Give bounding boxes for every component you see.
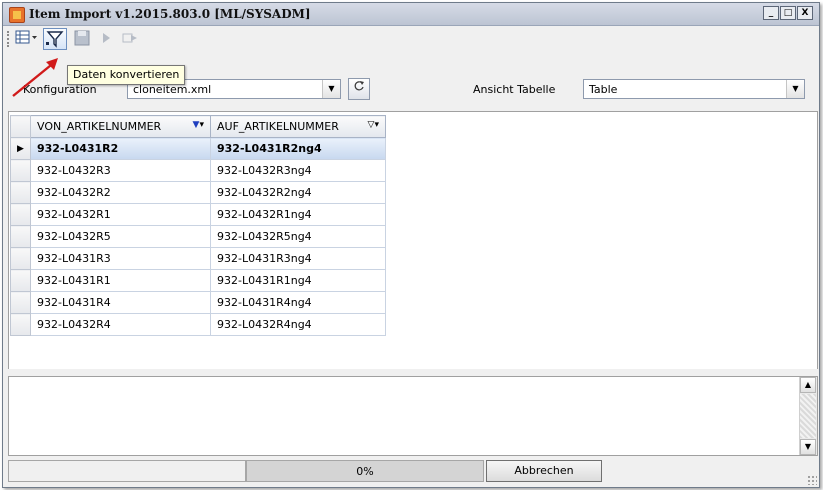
- progress-bar: 0%: [246, 460, 484, 482]
- table-cell[interactable]: 932-L0432R2: [30, 181, 211, 204]
- chevron-down-icon[interactable]: ▼: [322, 80, 340, 98]
- chevron-down-icon[interactable]: ▼: [786, 80, 804, 98]
- table-cell[interactable]: 932-L0432R5ng4: [210, 225, 386, 248]
- chevron-down-icon[interactable]: ▾: [374, 120, 379, 130]
- view-value: Table: [589, 83, 618, 96]
- grid-view-icon: [15, 30, 37, 44]
- row-pointer-icon: ▶: [10, 137, 31, 160]
- cancel-button[interactable]: Abbrechen: [486, 460, 602, 482]
- refresh-icon: [354, 81, 364, 91]
- main-window: Item Import v1.2015.803.0 [ML/SYSADM] _ …: [2, 2, 820, 488]
- close-button[interactable]: X: [797, 6, 813, 20]
- scroll-down-icon[interactable]: ▼: [800, 439, 816, 455]
- resize-grip-icon[interactable]: [807, 475, 817, 485]
- tooltip: Daten konvertieren: [67, 65, 186, 85]
- table-cell[interactable]: 932-L0432R4ng4: [210, 313, 386, 336]
- table-cell[interactable]: 932-L0432R1ng4: [210, 203, 386, 226]
- log-textarea[interactable]: ▲ ▼: [8, 376, 818, 456]
- progress-text: 0%: [356, 465, 374, 478]
- convert-data-button[interactable]: [43, 28, 67, 50]
- row-indicator: [10, 159, 31, 182]
- scroll-track[interactable]: [800, 394, 816, 438]
- table-row[interactable]: 932-L0432R4 932-L0432R4ng4: [10, 313, 386, 336]
- minimize-button[interactable]: _: [763, 6, 779, 20]
- table-cell[interactable]: 932-L0431R4: [30, 291, 211, 314]
- status-panel: [8, 460, 246, 482]
- table-cell[interactable]: 932-L0432R4: [30, 313, 211, 336]
- table-row[interactable]: 932-L0432R5 932-L0432R5ng4: [10, 225, 386, 248]
- table-cell[interactable]: 932-L0432R2ng4: [210, 181, 386, 204]
- chevron-down-icon[interactable]: ▾: [199, 120, 204, 130]
- filter-convert-icon: [46, 31, 64, 48]
- table-cell[interactable]: 932-L0431R1: [30, 269, 211, 292]
- table-row[interactable]: 932-L0431R4 932-L0431R4ng4: [10, 291, 386, 314]
- row-indicator: [10, 247, 31, 270]
- column-header-auf[interactable]: AUF_ARTIKELNUMMER ▽▾: [210, 115, 386, 138]
- row-indicator: [10, 225, 31, 248]
- title-bar[interactable]: Item Import v1.2015.803.0 [ML/SYSADM] _ …: [3, 3, 819, 26]
- grid-view-button[interactable]: [12, 29, 40, 49]
- table-cell[interactable]: 932-L0432R3: [30, 159, 211, 182]
- row-indicator: [10, 313, 31, 336]
- view-combobox[interactable]: Table ▼: [583, 79, 805, 99]
- row-indicator: [10, 181, 31, 204]
- run-button[interactable]: [95, 29, 117, 49]
- view-label: Ansicht Tabelle: [473, 83, 556, 96]
- row-indicator-header: [10, 115, 31, 138]
- table-cell[interactable]: 932-L0431R4ng4: [210, 291, 386, 314]
- maximize-button[interactable]: □: [780, 6, 796, 20]
- table-cell[interactable]: 932-L0431R2: [30, 137, 211, 160]
- scroll-up-icon[interactable]: ▲: [800, 377, 816, 393]
- table-cell[interactable]: 932-L0431R3: [30, 247, 211, 270]
- row-indicator: [10, 291, 31, 314]
- save-icon: [74, 30, 90, 46]
- table-row[interactable]: 932-L0432R1 932-L0432R1ng4: [10, 203, 386, 226]
- column-header-von[interactable]: VON_ARTIKELNUMMER ▼▾: [30, 115, 211, 138]
- annotation-arrow-icon: [12, 58, 58, 97]
- table-cell[interactable]: 932-L0432R3ng4: [210, 159, 386, 182]
- save-button[interactable]: [71, 29, 93, 49]
- app-icon: [9, 7, 25, 23]
- table-row[interactable]: 932-L0432R2 932-L0432R2ng4: [10, 181, 386, 204]
- table-cell[interactable]: 932-L0431R3ng4: [210, 247, 386, 270]
- export-icon: [122, 33, 137, 43]
- table-row[interactable]: 932-L0432R3 932-L0432R3ng4: [10, 159, 386, 182]
- table-cell[interactable]: 932-L0432R5: [30, 225, 211, 248]
- reload-button[interactable]: [348, 78, 370, 100]
- play-icon: [103, 33, 110, 43]
- toolbar-grip[interactable]: [7, 31, 11, 47]
- data-grid: VON_ARTIKELNUMMER ▼▾ AUF_ARTIKELNUMMER ▽…: [10, 115, 386, 336]
- row-indicator: [10, 269, 31, 292]
- toolbar: [3, 26, 819, 52]
- export-button[interactable]: [119, 29, 141, 49]
- table-cell[interactable]: 932-L0432R1: [30, 203, 211, 226]
- table-cell[interactable]: 932-L0431R2ng4: [210, 137, 386, 160]
- window-title: Item Import v1.2015.803.0 [ML/SYSADM]: [29, 7, 311, 21]
- table-row[interactable]: 932-L0431R1 932-L0431R1ng4: [10, 269, 386, 292]
- table-row[interactable]: 932-L0431R3 932-L0431R3ng4: [10, 247, 386, 270]
- status-bar: 0% Abbrechen: [3, 458, 819, 487]
- table-cell[interactable]: 932-L0431R1ng4: [210, 269, 386, 292]
- table-row[interactable]: ▶ 932-L0431R2 932-L0431R2ng4: [10, 137, 386, 160]
- vertical-scrollbar[interactable]: ▲ ▼: [799, 377, 817, 455]
- row-indicator: [10, 203, 31, 226]
- column-label: VON_ARTIKELNUMMER: [37, 120, 162, 133]
- column-label: AUF_ARTIKELNUMMER: [217, 120, 339, 133]
